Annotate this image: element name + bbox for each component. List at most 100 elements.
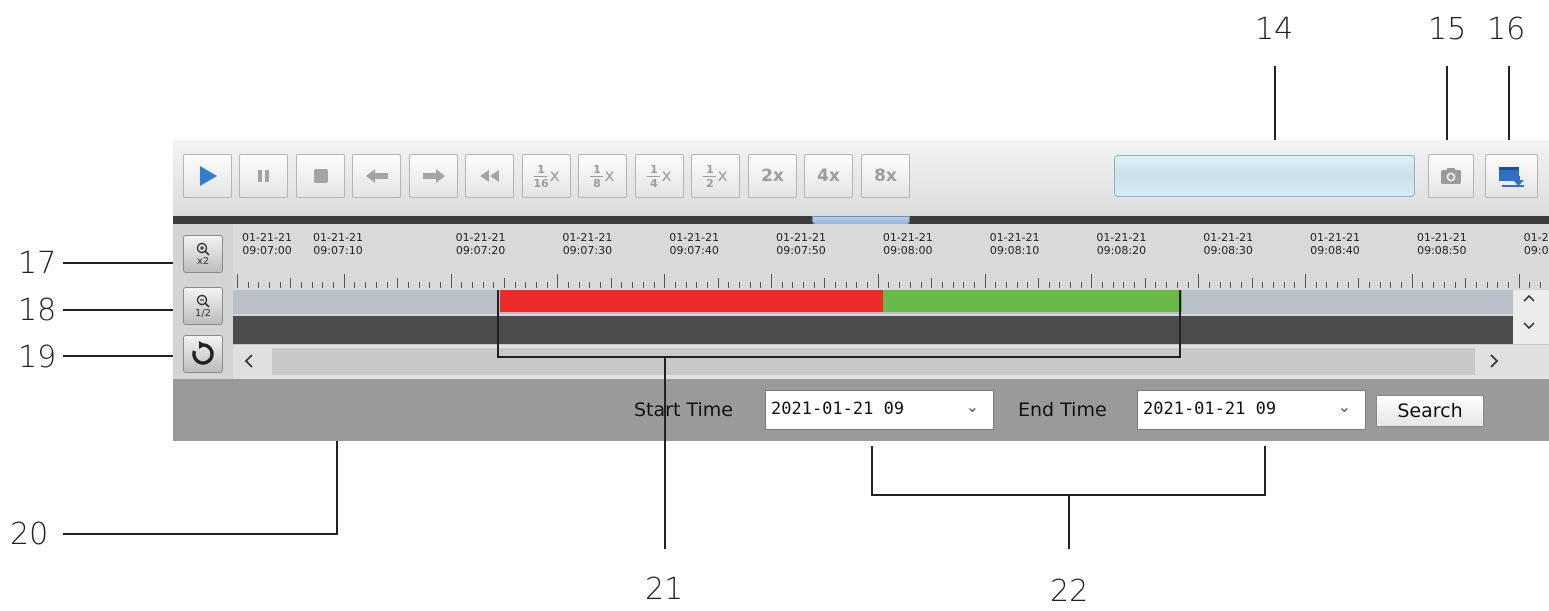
rewind-button[interactable] [465,154,514,198]
ruler-tick-mark [1390,282,1391,288]
leader-line-20-h [63,533,338,535]
tick-time: 09:08:10 [989,244,1040,257]
ruler-tick-mark [504,278,505,288]
ruler-tick-mark [451,274,452,288]
ruler-tick-mark [376,282,377,288]
pause-icon [257,170,269,182]
ruler-tick-mark [921,282,922,288]
ruler-tick-mark [1188,282,1189,288]
end-time-select[interactable]: 2021-01-21 09 ⌄ [1137,390,1366,430]
ruler-tick-mark [846,282,847,288]
ruler-tick-mark [760,282,761,288]
bracket-21-left [497,290,499,358]
bracket-22-right [1264,446,1266,496]
ruler-tick-mark [333,282,334,288]
ruler-tick-mark [995,282,996,288]
ruler-tick-mark [248,282,249,288]
play-button[interactable] [183,154,232,198]
pause-button[interactable] [239,154,288,198]
alarm-recording-segment[interactable] [500,290,883,312]
tick-date: 01-21-21 [562,231,613,244]
ruler-tick-mark [440,282,441,288]
scroll-left-icon[interactable] [243,353,255,369]
ruler-tick-mark [515,282,516,288]
speed-8x-button[interactable]: 8x [861,154,910,198]
ruler-tick-mark [312,282,313,288]
ruler-tick-mark [675,282,676,288]
ruler-tick-mark [910,282,911,288]
ruler-tick-mark [483,282,484,288]
speed-1-8-button[interactable]: 18x [578,154,627,198]
ruler-tick-mark [953,282,954,288]
ruler-tick-mark [1081,282,1082,288]
refresh-button[interactable] [183,335,223,373]
scroll-down-icon[interactable] [1522,321,1536,331]
ruler-tick-mark [931,278,932,288]
end-time-label: End Time [1018,399,1107,421]
ruler-tick-mark [1027,282,1028,288]
zoom-out-button[interactable]: 1/2 [183,287,223,325]
speed-2x-button[interactable]: 2x [748,154,797,198]
leader-line-17 [63,262,173,264]
ruler-tick-mark [643,282,644,288]
tick-date: 01-21-21 [1310,231,1360,244]
zoom-in-button[interactable]: x2 [183,235,223,273]
ruler-tick-mark [1145,278,1146,288]
zoom-in-icon [196,242,210,256]
tick-time: 09:07:10 [313,244,363,257]
stop-button[interactable] [296,154,345,198]
speed-1-16-button[interactable]: 1 16 x [522,154,571,198]
normal-recording-segment[interactable] [883,290,1182,312]
start-time-label: Start Time [634,399,733,421]
tick-date: 01-21-21 [1523,231,1549,244]
tick-date: 01-21-21 [669,231,720,244]
tick-date: 01-21-21 [776,231,826,244]
download-button[interactable] [1485,154,1538,198]
step-forward-icon [422,169,445,183]
ruler-tick-mark [867,282,868,288]
bracket-22-left [871,446,873,496]
tick-date: 01-21-21 [1096,231,1147,244]
ruler-tick-mark [1220,282,1221,288]
callout-14: 14 [1255,12,1294,47]
search-button[interactable]: Search [1376,395,1484,427]
speed-1-4-button[interactable]: 14x [635,154,684,198]
ruler-tick-mark [771,274,772,288]
horizontal-scroll-thumb[interactable] [272,348,1475,375]
scroll-right-icon[interactable] [1488,353,1500,369]
ruler-tick-mark [387,282,388,288]
speed-1-2-button[interactable]: 12x [691,154,740,198]
snapshot-button[interactable] [1428,154,1474,198]
ruler-tick-mark [589,282,590,288]
ruler-tick-mark [1123,282,1124,288]
tick-label: 01-21-2109:09:00 [1514,231,1549,257]
ruler-tick-mark [728,282,729,288]
ruler-tick-mark [525,282,526,288]
callout-20: 20 [10,517,49,552]
callout-15: 15 [1428,12,1467,47]
step-back-icon [365,169,388,183]
callout-21: 21 [645,572,684,607]
stop-icon [313,169,328,183]
ruler-tick-mark [1155,282,1156,288]
ruler-tick-mark [365,282,366,288]
ruler-tick-mark [814,282,815,288]
ruler-tick-mark [1316,282,1317,288]
step-back-button[interactable] [352,154,401,198]
speed-4x-button[interactable]: 4x [804,154,853,198]
ruler-tick-mark [1113,282,1114,288]
step-forward-button[interactable] [409,154,458,198]
ruler-tick-mark [1273,282,1274,288]
ruler-tick-mark [579,282,580,288]
tick-time: 09:07:30 [562,244,613,257]
tick-label: 01-21-21 09:07:40 [659,231,729,257]
leader-line-18 [63,309,173,311]
start-time-select[interactable]: 2021-01-21 09 ⌄ [765,390,994,430]
ruler-tick-mark [654,282,655,288]
ruler-tick-mark [1134,282,1135,288]
leader-line-14 [1274,66,1276,142]
tick-time: 09:07:40 [669,244,719,257]
ruler-tick-mark [611,278,612,288]
scroll-up-icon[interactable] [1522,293,1536,303]
ruler-tick-mark [750,282,751,288]
